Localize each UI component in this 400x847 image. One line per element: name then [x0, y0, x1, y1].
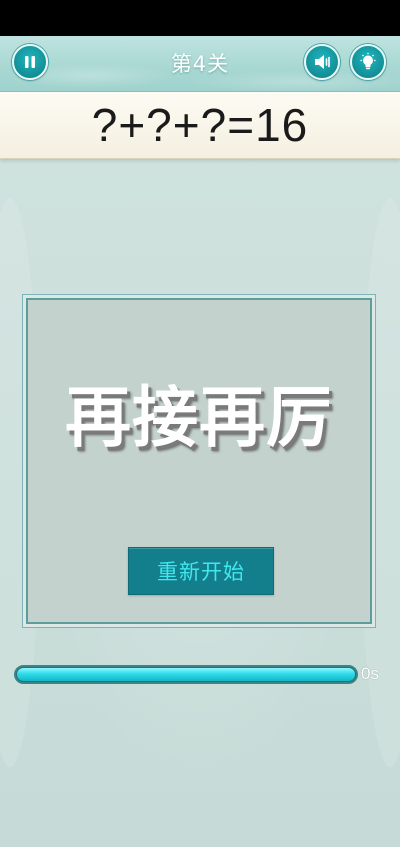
timer-label: 0s [361, 664, 379, 683]
result-message: 再接再厉 [65, 379, 333, 456]
result-dialog: 再接再厉 重新开始 [26, 298, 372, 624]
level-title: 第4关 [170, 52, 230, 76]
equation-text: ?+?+?=16 [91, 99, 309, 151]
pause-icon [25, 56, 35, 68]
pause-button[interactable] [12, 44, 48, 80]
status-bar [0, 0, 400, 36]
sound-button[interactable] [304, 44, 340, 80]
restart-button[interactable]: 重新开始 [128, 547, 274, 595]
speaker-muted-icon [315, 55, 330, 69]
timer-bar-fill [17, 668, 355, 681]
equation-bar: ?+?+?=16 [0, 92, 400, 159]
hint-button[interactable] [350, 44, 386, 80]
lightbulb-icon [360, 52, 376, 70]
timer-bar [14, 665, 358, 684]
